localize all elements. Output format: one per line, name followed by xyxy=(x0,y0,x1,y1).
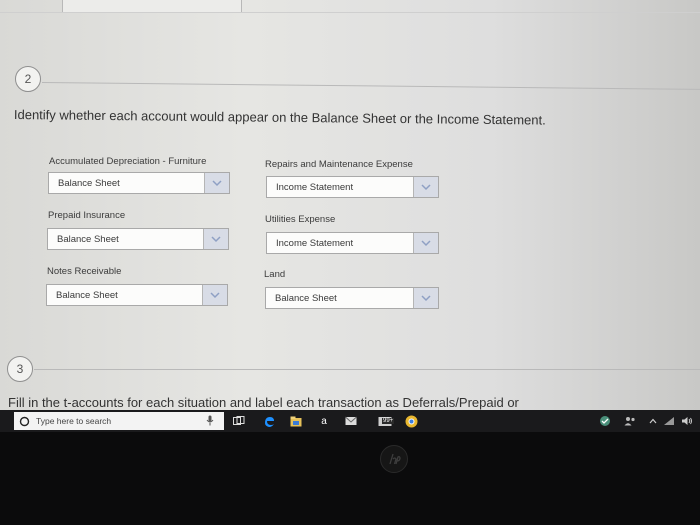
account-label: Prepaid Insurance xyxy=(48,210,126,221)
file-explorer-icon[interactable] xyxy=(290,414,302,428)
account-select[interactable]: Balance Sheet xyxy=(47,228,229,250)
laptop-bezel xyxy=(0,432,700,525)
account-select[interactable]: Income Statement xyxy=(266,176,439,198)
chevron-down-icon[interactable] xyxy=(203,229,228,249)
chevron-down-icon[interactable] xyxy=(202,285,227,305)
notification-badge: 99+ xyxy=(382,418,395,424)
network-status-icon[interactable] xyxy=(598,414,612,428)
app-icon-with-badge[interactable]: 99+ xyxy=(372,414,398,428)
select-value: Income Statement xyxy=(276,238,354,249)
question-number-badge: 2 xyxy=(15,66,41,92)
chevron-down-icon[interactable] xyxy=(413,288,438,308)
people-icon[interactable] xyxy=(624,414,636,428)
hp-logo xyxy=(380,445,408,473)
account-select[interactable]: Income Statement xyxy=(266,232,439,254)
chevron-up-icon[interactable] xyxy=(648,414,658,428)
quiz-page: 2 Identify whether each account would ap… xyxy=(0,0,700,410)
select-value: Balance Sheet xyxy=(275,293,337,304)
question-prompt: Fill in the t-accounts for each situatio… xyxy=(8,395,519,410)
account-select[interactable]: Balance Sheet xyxy=(265,287,439,309)
question-number-badge: 3 xyxy=(7,356,33,382)
microphone-icon[interactable] xyxy=(206,415,214,426)
question-prompt: Identify whether each account would appe… xyxy=(13,107,546,128)
chevron-down-icon[interactable] xyxy=(204,173,229,193)
select-value: Balance Sheet xyxy=(56,290,118,301)
edge-browser-icon[interactable] xyxy=(262,414,276,428)
chrome-icon[interactable] xyxy=(404,414,418,428)
search-placeholder: Type here to search xyxy=(36,416,112,426)
taskbar-search[interactable]: Type here to search xyxy=(14,412,224,430)
store-icon[interactable]: a xyxy=(317,414,331,428)
account-label: Utilities Expense xyxy=(265,214,336,225)
taskbar: Type here to search a 99+ xyxy=(0,410,700,432)
select-value: Balance Sheet xyxy=(57,234,119,245)
account-label: Accumulated Depreciation - Furniture xyxy=(49,156,207,167)
account-select[interactable]: Balance Sheet xyxy=(46,284,228,306)
select-value: Income Statement xyxy=(276,182,354,193)
section-divider xyxy=(34,369,700,370)
task-view-icon[interactable] xyxy=(232,414,246,428)
volume-icon[interactable] xyxy=(681,414,693,428)
account-label: Land xyxy=(264,269,286,280)
wifi-icon[interactable] xyxy=(663,414,675,428)
account-select[interactable]: Balance Sheet xyxy=(48,172,230,194)
divider xyxy=(0,12,700,13)
chevron-down-icon[interactable] xyxy=(413,233,438,253)
account-label: Repairs and Maintenance Expense xyxy=(265,159,413,170)
select-value: Balance Sheet xyxy=(58,178,120,189)
account-label: Notes Receivable xyxy=(47,266,122,277)
search-circle-icon xyxy=(19,416,30,426)
mail-icon[interactable] xyxy=(345,414,357,428)
chevron-down-icon[interactable] xyxy=(413,177,438,197)
section-divider xyxy=(41,82,700,90)
